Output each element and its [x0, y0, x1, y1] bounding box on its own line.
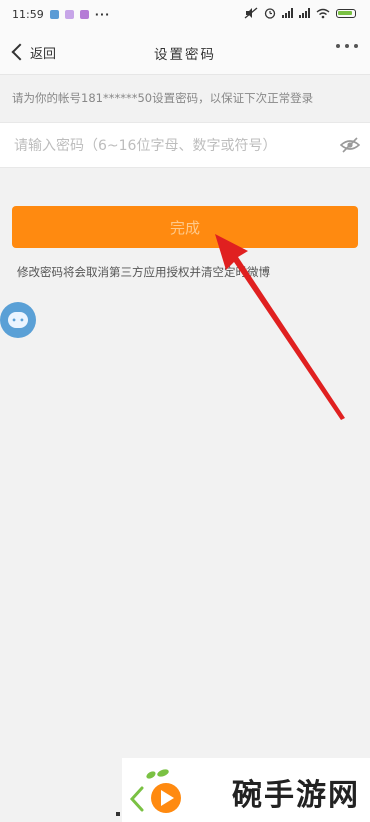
- app-notification-icon: [64, 10, 74, 19]
- done-button[interactable]: 完成: [12, 206, 358, 248]
- assistant-face-icon: • •: [8, 312, 28, 328]
- alarm-icon: [264, 8, 276, 19]
- signal-icon: [299, 8, 310, 18]
- floating-assistant-button[interactable]: • •: [0, 302, 36, 338]
- notice-text: 修改密码将会取消第三方应用授权并清空定时微博: [17, 265, 270, 279]
- account-hint: 请为你的帐号181******50设置密码，以保证下次正常登录: [12, 91, 314, 105]
- wifi-icon: [316, 8, 330, 18]
- watermark: 碗手游网: [122, 758, 370, 822]
- navigation-bar: 返回 设置密码: [0, 30, 370, 75]
- status-more-icon: ···: [94, 8, 111, 21]
- status-right: [244, 7, 356, 19]
- mute-icon: [244, 7, 258, 19]
- home-indicator: [116, 812, 120, 816]
- signal-icon: [282, 8, 293, 18]
- more-dots-icon[interactable]: [336, 44, 358, 48]
- eye-hidden-icon[interactable]: [340, 136, 360, 154]
- status-bar: 11:59 ···: [0, 0, 370, 30]
- status-time: 11:59: [12, 8, 44, 21]
- status-left: 11:59 ···: [12, 8, 110, 21]
- password-input[interactable]: [12, 123, 336, 169]
- password-row: [0, 122, 370, 169]
- watermark-text: 碗手游网: [232, 778, 360, 813]
- app-notification-icon: [49, 10, 59, 19]
- page-title: 设置密码: [154, 47, 216, 63]
- app-notification-icon: [79, 10, 89, 19]
- watermark-logo-icon: [129, 769, 181, 813]
- battery-icon: [336, 8, 356, 18]
